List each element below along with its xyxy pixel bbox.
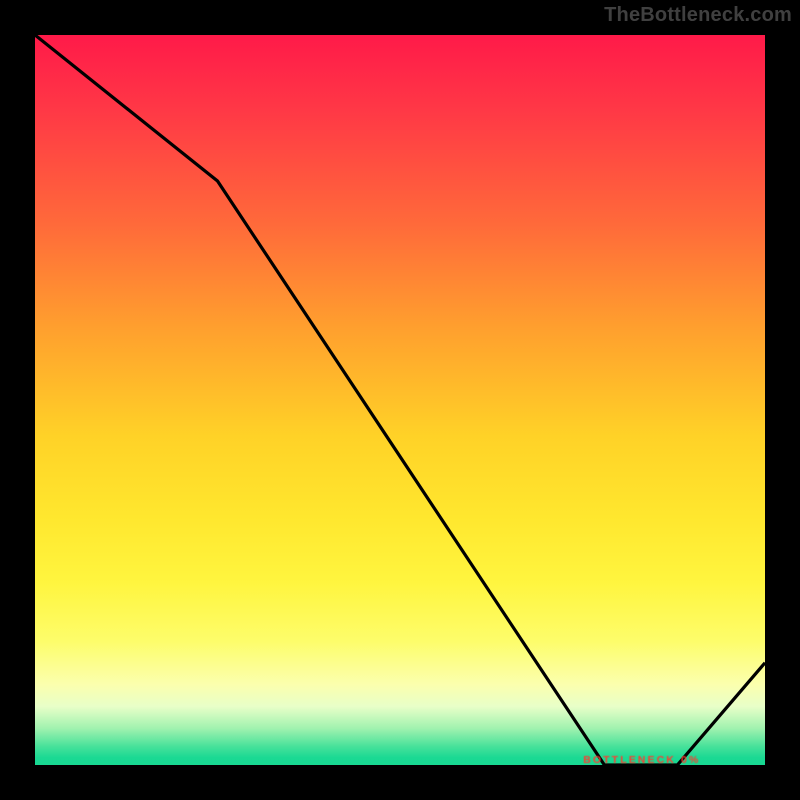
plot-frame: BOTTLENECK 0% (30, 30, 770, 770)
watermark-text: TheBottleneck.com (604, 4, 792, 27)
bottleneck-curve (35, 35, 765, 765)
curve-path (35, 35, 765, 765)
chart-stage: TheBottleneck.com BOTTLENECK 0% (0, 0, 800, 800)
